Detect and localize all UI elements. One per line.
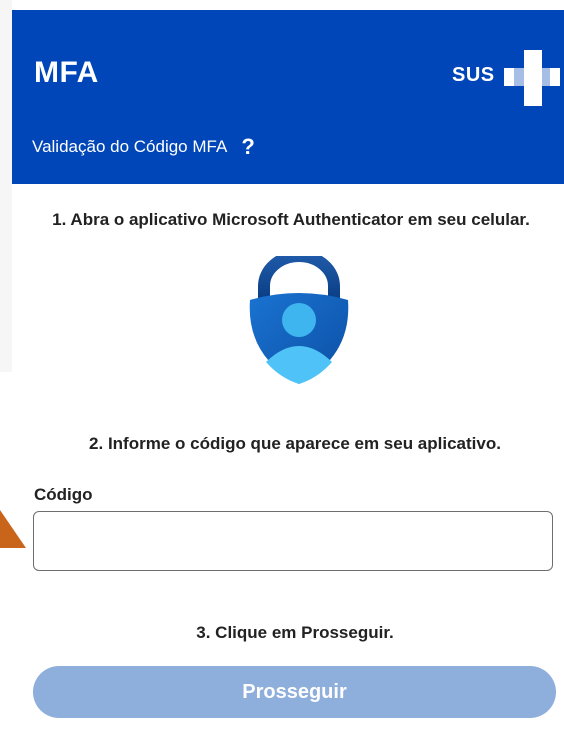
sus-logo-text: SUS (452, 64, 495, 86)
sus-cross-icon (504, 50, 560, 106)
code-input[interactable] (33, 511, 553, 571)
step-3-instruction: 3. Clique em Prosseguir. (196, 623, 394, 642)
step-1-instruction: 1. Abra o aplicativo Microsoft Authentic… (52, 210, 530, 229)
question-mark-icon[interactable]: ? (241, 134, 254, 160)
code-label: Código (34, 485, 93, 504)
page-subtitle: Validação do Código MFA (32, 137, 228, 156)
header-banner: MFA SUS Validação do Código MFA ? (12, 10, 564, 184)
microsoft-authenticator-icon (249, 256, 349, 384)
step-2-instruction: 2. Informe o código que aparece em seu a… (89, 434, 501, 453)
sus-logo: SUS (452, 50, 560, 106)
pointer-arrow-icon (0, 510, 26, 548)
background-strip (0, 0, 12, 372)
subtitle-row: Validação do Código MFA ? (32, 134, 255, 160)
page-title: MFA (34, 56, 99, 89)
prosseguir-button[interactable]: Prosseguir (33, 666, 556, 718)
